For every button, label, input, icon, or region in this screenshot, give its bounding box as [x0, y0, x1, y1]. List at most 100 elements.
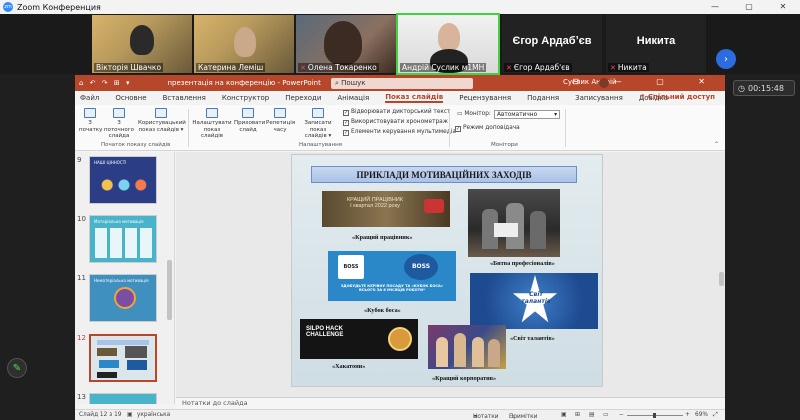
play-narrations-checkbox[interactable]: ✓ Відворювати дикторський текст [343, 109, 450, 116]
slide-thumbnail[interactable]: НАШІ ЦІННОСТІ [89, 156, 157, 204]
language-indicator[interactable]: українська [137, 412, 170, 418]
from-beginning-button[interactable]: З початку [79, 108, 102, 133]
custom-show-icon [155, 108, 167, 118]
slide-title[interactable]: ПРИКЛАДИ МОТИВАЦІЙНИХ ЗАХОДІВ [311, 166, 577, 183]
checkbox-checked-icon: ✓ [343, 110, 349, 116]
participant-name: ✕ Єгор Ардаб'єв [504, 63, 572, 72]
thumbnail-number: 10 [77, 215, 86, 223]
participant-tile[interactable]: Никита ✕ Никита [606, 15, 706, 73]
ppt-titlebar: ⌂ ↶ ↷ ⊞ ▾ презентація на конференцію - P… [75, 75, 725, 91]
boss-caption-text: ЗДОБУДЬТЕ КЕРІВНУ ПОСАДУ ТА «КУБОК БОСА»… [340, 284, 444, 292]
tab-view[interactable]: Подання [527, 94, 559, 102]
battle-professionals-image[interactable] [468, 189, 560, 257]
muted-mic-icon: ✕ [506, 64, 512, 72]
media-controls-checkbox[interactable]: ✓ Елементи керування мультимедіа [343, 129, 456, 136]
slide-counter: Слайд 12 з 19 [79, 412, 122, 418]
participant-name: Андрій Суслик м1МН [400, 63, 487, 72]
setup-slideshow-button[interactable]: Налаштувати показ слайдів [192, 108, 232, 140]
participant-figure [234, 27, 256, 57]
share-button[interactable]: ⇪ Спільний доступ [640, 93, 715, 101]
presenter-view-checkbox[interactable]: ✓ Режим доповідача [455, 125, 520, 132]
slide-thumbnail[interactable]: Матеріальна мотивація [89, 215, 157, 263]
participant-name: Вікторія Швачко [94, 63, 164, 72]
tab-design[interactable]: Конструктор [222, 94, 269, 102]
zoom-level[interactable]: 69% [695, 412, 708, 418]
hide-slide-button[interactable]: Приховати слайд [234, 108, 265, 133]
record-slideshow-button[interactable]: Записати показ слайдів ▾ [296, 108, 340, 140]
zoom-slider-thumb[interactable] [653, 413, 656, 418]
zoom-out-icon[interactable]: − [619, 412, 624, 418]
caption-best-corporate: «Кращий корпоратив» [432, 375, 497, 382]
close-icon[interactable]: ✕ [766, 0, 800, 14]
hackathon-image[interactable]: SILPO HACK CHALLENGE [300, 319, 418, 359]
slide-thumbnail[interactable] [89, 393, 157, 404]
tab-record[interactable]: Записування [575, 94, 623, 102]
slide-thumbnail[interactable]: Нематеріальна мотивація [89, 274, 157, 322]
tab-file[interactable]: Файл [80, 94, 99, 102]
thumbnails-scrollbar[interactable] [167, 156, 172, 398]
thumbnail-number: 9 [77, 156, 82, 164]
custom-show-button[interactable]: Користувацький показ слайдів ▾ [138, 108, 186, 133]
zoom-in-icon[interactable]: + [685, 412, 690, 418]
scrollbar-thumb[interactable] [719, 272, 724, 286]
slide-editor: ПРИКЛАДИ МОТИВАЦІЙНИХ ЗАХОДІВ КРАЩИЙ ПРА… [176, 152, 725, 397]
scrollbar-thumb[interactable] [167, 260, 172, 320]
notes-pane[interactable]: Нотатки до слайда [176, 397, 725, 409]
quick-access-toolbar[interactable]: ⌂ ↶ ↷ ⊞ ▾ [79, 79, 131, 87]
chevron-right-icon: › [724, 53, 728, 65]
boss-cup-image[interactable]: BOSS BOSS ЗДОБУДЬТЕ КЕРІВНУ ПОСАДУ ТА «К… [328, 251, 456, 301]
annotate-button[interactable]: ✎ [7, 358, 27, 378]
tab-transitions[interactable]: Переходи [285, 94, 321, 102]
tab-insert[interactable]: Вставлення [163, 94, 206, 102]
participant-tile[interactable]: Вікторія Швачко [92, 15, 192, 73]
zoom-titlebar: zm Zoom Конференция — ▢ ✕ [0, 0, 800, 14]
slide-canvas[interactable]: ПРИКЛАДИ МОТИВАЦІЙНИХ ЗАХОДІВ КРАЩИЙ ПРА… [291, 154, 603, 387]
slide-thumbnail-selected[interactable] [89, 334, 157, 382]
use-timings-checkbox[interactable]: ✓ Використовувати хронометраж [343, 119, 448, 126]
thumbnail-title: НАШІ ЦІННОСТІ [94, 160, 127, 165]
participant-tile[interactable]: Єгор Ардабʼєв ✕ Єгор Ардаб'єв [502, 15, 602, 73]
thumbnail-graphic [97, 348, 117, 356]
tab-animations[interactable]: Анімація [337, 94, 369, 102]
star-text: Світ талантів [521, 291, 551, 305]
rehearse-timings-button[interactable]: Репетиція часу [266, 108, 295, 133]
participant-tile[interactable]: ✕ Олена Токаренко [296, 15, 396, 73]
slideshow-current-icon [113, 108, 125, 118]
maximize-icon[interactable]: ▢ [732, 0, 766, 14]
reading-view-icon[interactable]: ▤ [589, 412, 594, 418]
proofing-icon[interactable]: ▣ [127, 412, 132, 418]
tab-slideshow[interactable]: Показ слайдів [385, 93, 444, 103]
thumbnail-number: 13 [77, 393, 86, 401]
participant-figure [130, 25, 154, 55]
monitor-select[interactable]: Автоматично ▾ [494, 110, 560, 119]
pen-icon: ✎ [12, 362, 22, 374]
photo-figure [488, 339, 500, 367]
timer-value: 00:15:48 [747, 83, 784, 93]
collapse-ribbon-icon[interactable]: ⌃ [714, 141, 719, 148]
participant-tile-active-speaker[interactable]: Андрій Суслик м1МН [396, 13, 500, 75]
participant-tile[interactable]: Катерина Леміш [194, 15, 294, 73]
zoom-window-title: Zoom Конференция [17, 2, 101, 12]
from-current-button[interactable]: З поточного слайда [103, 108, 135, 140]
minimize-icon[interactable]: — [698, 0, 732, 14]
thumbnail-graphic [95, 228, 153, 258]
tab-home[interactable]: Основне [115, 94, 146, 102]
search-input[interactable]: ⌕ Пошук [331, 78, 473, 89]
photo-figure [530, 211, 546, 249]
next-participants-button[interactable]: › [716, 49, 736, 69]
ppt-window-controls[interactable]: ⊟ — ▢ ✕ [572, 77, 721, 86]
pizza-icon [388, 327, 412, 351]
thumbnail-graphic [97, 340, 149, 345]
best-corporate-party-image[interactable] [428, 325, 506, 369]
normal-view-icon[interactable]: ▣ [561, 412, 566, 418]
slideshow-view-icon[interactable]: ▭ [603, 412, 608, 418]
zoom-logo-icon: zm [3, 2, 13, 12]
editor-scrollbar[interactable] [719, 154, 724, 394]
tab-review[interactable]: Рецензування [459, 94, 511, 102]
world-of-talents-image[interactable]: Світ талантів [470, 273, 598, 329]
recording-timer[interactable]: ◷ 00:15:48 [733, 80, 795, 96]
fit-to-window-icon[interactable]: ⤢ [713, 412, 718, 419]
best-employee-image[interactable]: КРАЩИЙ ПРАЦІВНИК І квартал 2022 року [322, 191, 450, 227]
slide-sorter-icon[interactable]: ⊞ [575, 412, 580, 418]
banner-text: КРАЩИЙ ПРАЦІВНИК І квартал 2022 року [346, 197, 404, 209]
